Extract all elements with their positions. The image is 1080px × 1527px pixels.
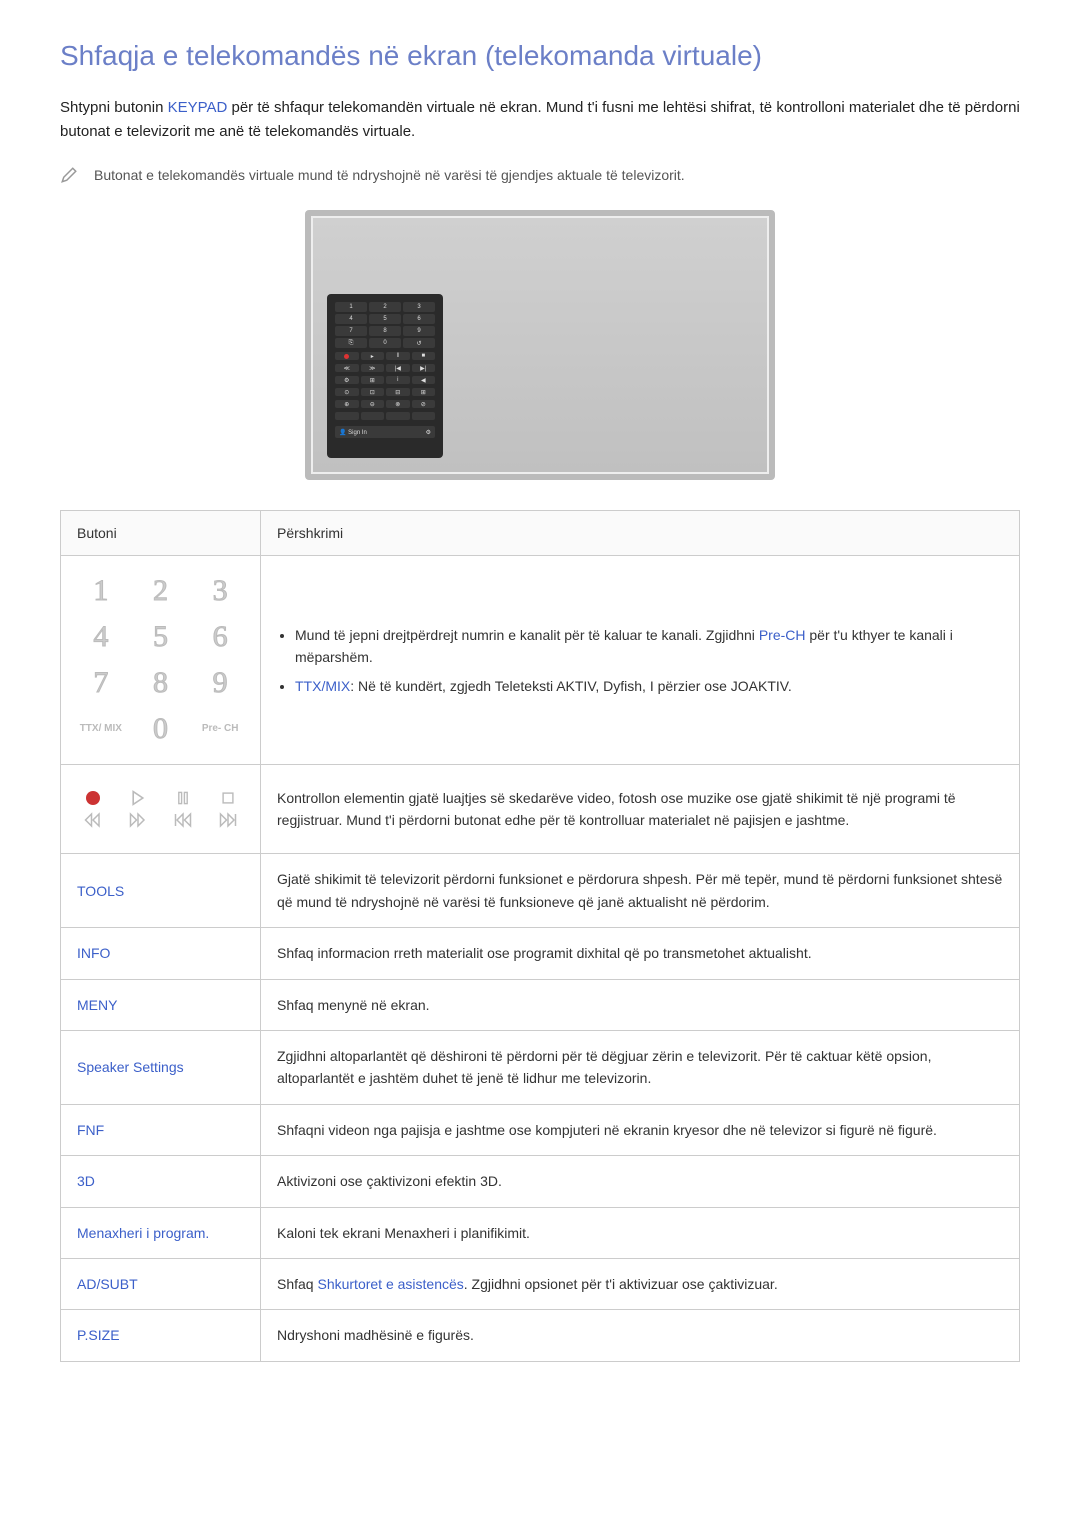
- tools-label: TOOLS: [77, 883, 124, 899]
- info-desc: Shfaq informacion rreth materialit ose p…: [261, 928, 1020, 979]
- note-text: Butonat e telekomandës virtuale mund të …: [94, 164, 685, 186]
- row-info: INFO Shfaq informacion rreth materialit …: [61, 928, 1020, 979]
- pause-icon: [174, 789, 192, 807]
- info-label: INFO: [77, 945, 110, 961]
- play-icon: [129, 789, 147, 807]
- forward-icon: [129, 811, 147, 829]
- menaxheri-desc: Kaloni tek ekrani Menaxheri i planifikim…: [261, 1207, 1020, 1258]
- skip-forward-icon: [219, 811, 237, 829]
- header-button: Butoni: [61, 511, 261, 556]
- remote-gear-icon: ⚙: [426, 429, 431, 436]
- rewind-icon: [84, 811, 102, 829]
- record-icon: [84, 789, 102, 807]
- keypad-grid: 1 2 3 4 5 6 7 8 9 TTX/ MIX 0 Pre- CH: [71, 576, 250, 744]
- key-9: 9: [213, 668, 228, 698]
- skip-back-icon: [174, 811, 192, 829]
- row-psize: P.SIZE Ndryshoni madhësinë e figurës.: [61, 1310, 1020, 1361]
- row-adsubt: AD/SUBT Shfaq Shkurtoret e asistencës. Z…: [61, 1258, 1020, 1309]
- row-meny: MENY Shfaq menynë në ekran.: [61, 979, 1020, 1030]
- keypad-keyword: KEYPAD: [168, 99, 228, 116]
- tv-illustration: 123 456 789 ⎘0↺ ▸ ‖ ■ ≪ ≫ |◀ ▶| ⚙ ⊞ i ◀ …: [305, 210, 775, 480]
- header-desc: Përshkrimi: [261, 511, 1020, 556]
- threed-desc: Aktivizoni ose çaktivizoni efektin 3D.: [261, 1156, 1020, 1207]
- key-2: 2: [153, 576, 168, 606]
- adsubt-label: AD/SUBT: [77, 1276, 138, 1292]
- key-prech: Pre- CH: [202, 724, 239, 734]
- key-5: 5: [153, 622, 168, 652]
- meny-desc: Shfaq menynë në ekran.: [261, 979, 1020, 1030]
- intro-part1: Shtypni butonin: [60, 99, 168, 116]
- row-keypad: 1 2 3 4 5 6 7 8 9 TTX/ MIX 0 Pre- CH: [61, 556, 1020, 765]
- row-playback: Kontrollon elementin gjatë luajtjes së s…: [61, 765, 1020, 854]
- row-menaxheri: Menaxheri i program. Kaloni tek ekrani M…: [61, 1207, 1020, 1258]
- meny-label: MENY: [77, 997, 117, 1013]
- speaker-label: Speaker Settings: [77, 1059, 184, 1075]
- playback-desc: Kontrollon elementin gjatë luajtjes së s…: [261, 765, 1020, 854]
- psize-desc: Ndryshoni madhësinë e figurës.: [261, 1310, 1020, 1361]
- key-3: 3: [213, 576, 228, 606]
- key-8: 8: [153, 668, 168, 698]
- threed-label: 3D: [77, 1173, 95, 1189]
- fnf-label: FNF: [77, 1122, 104, 1138]
- key-0: 0: [153, 714, 168, 744]
- intro-paragraph: Shtypni butonin KEYPAD për të shfaqur te…: [60, 96, 1020, 144]
- stop-icon: [219, 789, 237, 807]
- row-3d: 3D Aktivizoni ose çaktivizoni efektin 3D…: [61, 1156, 1020, 1207]
- menaxheri-label: Menaxheri i program.: [77, 1225, 209, 1241]
- note-row: Butonat e telekomandës virtuale mund të …: [60, 164, 1020, 186]
- row-fnf: FNF Shfaqni videon nga pajisja e jashtme…: [61, 1104, 1020, 1155]
- adsubt-desc: Shfaq Shkurtoret e asistencës. Zgjidhni …: [261, 1258, 1020, 1309]
- remote-signin: 👤 Sign In: [339, 429, 367, 436]
- row-speaker: Speaker Settings Zgjidhni altoparlantët …: [61, 1030, 1020, 1104]
- key-ttx: TTX/ MIX: [80, 724, 122, 734]
- virtual-remote-panel: 123 456 789 ⎘0↺ ▸ ‖ ■ ≪ ≫ |◀ ▶| ⚙ ⊞ i ◀ …: [327, 294, 443, 458]
- tools-desc: Gjatë shikimit të televizorit përdorni f…: [261, 854, 1020, 928]
- page-title: Shfaqja e telekomandës në ekran (telekom…: [60, 40, 1020, 72]
- buttons-table: Butoni Përshkrimi 1 2 3 4 5 6 7 8 9 TTX/…: [60, 510, 1020, 1361]
- keypad-bullet-2: TTX/MIX: Në të kundërt, zgjedh Teletekst…: [295, 675, 1003, 697]
- keypad-bullet-1: Mund të jepni drejtpërdrejt numrin e kan…: [295, 624, 1003, 669]
- key-6: 6: [213, 622, 228, 652]
- pencil-icon: [60, 166, 78, 184]
- key-7: 7: [93, 668, 108, 698]
- key-4: 4: [93, 622, 108, 652]
- key-1: 1: [93, 576, 108, 606]
- row-tools: TOOLS Gjatë shikimit të televizorit përd…: [61, 854, 1020, 928]
- psize-label: P.SIZE: [77, 1327, 120, 1343]
- speaker-desc: Zgjidhni altoparlantët që dëshironi të p…: [261, 1030, 1020, 1104]
- fnf-desc: Shfaqni videon nga pajisja e jashtme ose…: [261, 1104, 1020, 1155]
